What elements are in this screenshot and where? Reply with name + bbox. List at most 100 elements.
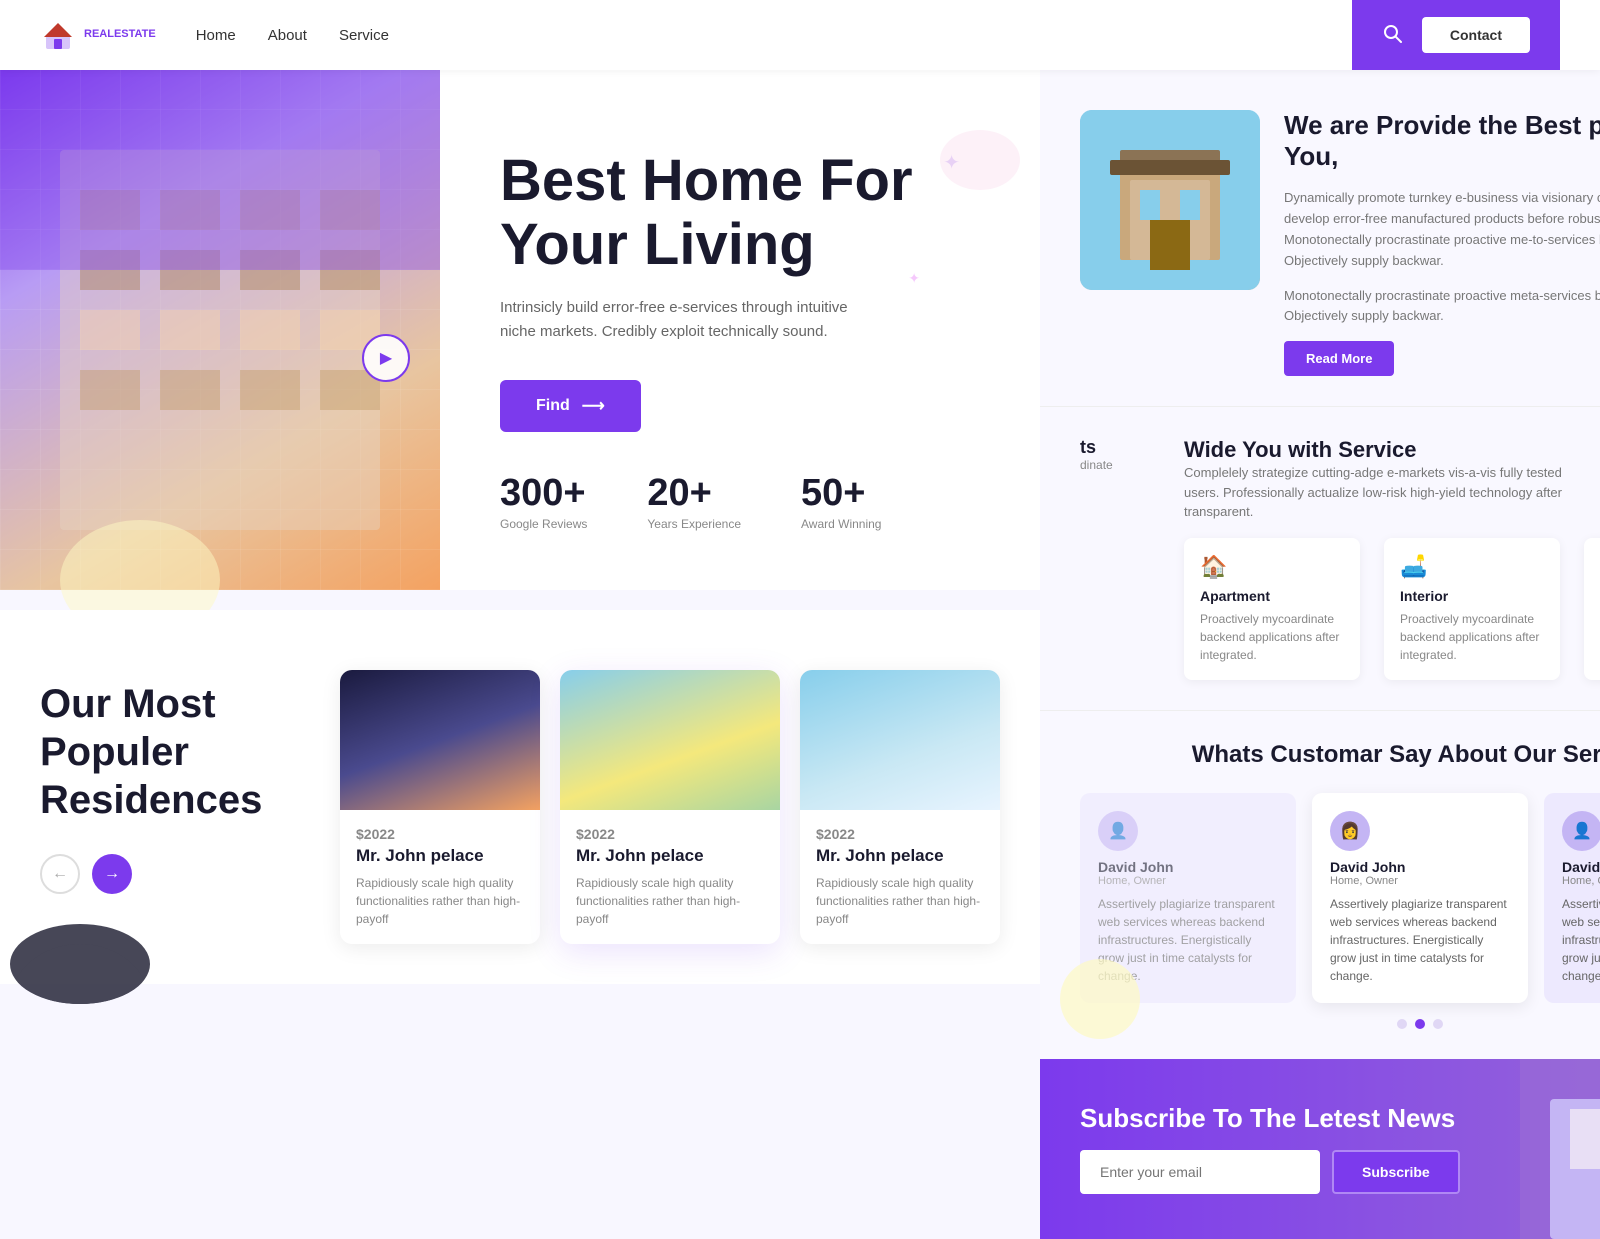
read-more-button[interactable]: Read More — [1284, 341, 1394, 376]
contact-button[interactable]: Contact — [1422, 17, 1530, 53]
property-text: We are Provide the Best propety For You,… — [1284, 110, 1600, 376]
services-subtitle: Wide You with Service — [1184, 437, 1600, 463]
logo: REALESTATE — [40, 17, 156, 53]
hero-section: ▶ ✦ ✦ Best Home For Your Living Intrinsi… — [0, 70, 1040, 590]
apartment-icon: 🏠 — [1200, 554, 1344, 580]
subscribe-input[interactable] — [1080, 1150, 1320, 1194]
testimonial-name-1: David John — [1098, 859, 1278, 875]
prev-button[interactable]: ← — [40, 854, 80, 894]
card-name-2: Mr. John pelace — [576, 846, 764, 866]
residences-title: Our Most Populer Residences — [40, 680, 280, 824]
testimonial-name-3: David John — [1562, 859, 1600, 875]
testimonial-dots — [1080, 1019, 1600, 1029]
testimonial-text-3: Assertively plagiarize transparent web s… — [1562, 895, 1600, 985]
dot-1[interactable] — [1397, 1019, 1407, 1029]
subscribe-form: Subscribe — [1080, 1150, 1460, 1194]
hero-title: Best Home For Your Living — [500, 149, 980, 277]
main-content: ▶ ✦ ✦ Best Home For Your Living Intrinsi… — [0, 70, 1600, 1239]
property-img-bg — [1080, 110, 1260, 290]
testimonial-role-2: Home, Owner — [1330, 875, 1510, 887]
services-inner: ts dinate Wide You with Service Complele… — [1080, 437, 1600, 680]
card-body-2: $2022 Mr. John pelace Rapidiously scale … — [560, 810, 780, 944]
testimonial-avatar-1: 👤 — [1098, 811, 1138, 851]
residences-left: Our Most Populer Residences ← → — [40, 670, 280, 894]
right-column: We are Provide the Best propety For You,… — [1040, 70, 1600, 1239]
subscribe-section: Subscribe To The Letest News Subscribe — [1040, 1059, 1600, 1239]
subscribe-title: Subscribe To The Letest News — [1080, 1103, 1460, 1134]
card-desc-1: Rapidiously scale high quality functiona… — [356, 874, 524, 928]
stat-experience: 20+ Years Experience — [647, 472, 741, 531]
navbar-right: Contact — [1352, 0, 1560, 70]
testimonial-1: 👤 David John Home, Owner Assertively pla… — [1080, 793, 1296, 1003]
service-apartment-text: Proactively mycoardinate backend applica… — [1200, 610, 1344, 664]
subscribe-button[interactable]: Subscribe — [1332, 1150, 1460, 1194]
card-name-1: Mr. John pelace — [356, 846, 524, 866]
dark-blob — [10, 924, 150, 1004]
card-body-3: $2022 Mr. John pelace Rapidiously scale … — [800, 810, 1000, 944]
testimonial-avatar-3: 👤 — [1562, 811, 1600, 851]
testimonial-avatar-2: 👩 — [1330, 811, 1370, 851]
card-desc-3: Rapidiously scale high quality functiona… — [816, 874, 984, 928]
logo-text: REALESTATE — [84, 28, 156, 41]
testimonial-text-1: Assertively plagiarize transparent web s… — [1098, 895, 1278, 985]
testimonials-row: 👤 David John Home, Owner Assertively pla… — [1080, 793, 1600, 1003]
testimonials-title: Whats Customar Say About Our Service — [1080, 741, 1600, 769]
nav-links: Home About Service — [196, 27, 389, 44]
next-button[interactable]: → — [92, 854, 132, 894]
best-property-section: We are Provide the Best propety For You,… — [1040, 70, 1600, 407]
hero-blob-pink — [940, 130, 1020, 190]
residences-inner: Our Most Populer Residences ← → $2022 — [40, 670, 1000, 944]
find-button[interactable]: Find ⟶ — [500, 380, 641, 432]
service-interior: 🛋️ Interior Proactively mycoardinate bac… — [1384, 538, 1560, 680]
testimonials-section: Whats Customar Say About Our Service 👤 D… — [1040, 711, 1600, 1059]
property-card-2: $2022 Mr. John pelace Rapidiously scale … — [560, 670, 780, 944]
property-main-desc2: Monotonectally procrastinate proactive m… — [1284, 286, 1600, 328]
service-interior-title: Interior — [1400, 588, 1544, 604]
hero-building-image: ▶ — [0, 70, 440, 590]
residences-nav: ← → — [40, 854, 280, 894]
left-column: ▶ ✦ ✦ Best Home For Your Living Intrinsi… — [0, 70, 1040, 1239]
play-button[interactable]: ▶ — [362, 334, 410, 382]
navbar-left: REALESTATE Home About Service — [40, 17, 389, 53]
navbar: REALESTATE Home About Service Contact — [0, 0, 1600, 70]
services-description: Complelely strategize cutting-adge e-mar… — [1184, 463, 1584, 522]
page-wrapper: REALESTATE Home About Service Contact — [0, 0, 1600, 1239]
card-body-1: $2022 Mr. John pelace Rapidiously scale … — [340, 810, 540, 944]
services-header: Wide You with Service Complelely strateg… — [1184, 437, 1600, 522]
nav-home[interactable]: Home — [196, 27, 236, 44]
subscribe-image — [1520, 1059, 1600, 1239]
services-left-col: ts dinate — [1080, 437, 1160, 472]
testimonial-3: 👤 David John Home, Owner Assertively pla… — [1544, 793, 1600, 1003]
testimonial-role-3: Home, Owner — [1562, 875, 1600, 887]
testimonial-name-2: David John — [1330, 859, 1510, 875]
services-left-text: ts — [1080, 437, 1160, 458]
nav-service[interactable]: Service — [339, 27, 389, 44]
subscribe-content: Subscribe To The Letest News Subscribe — [1040, 1103, 1500, 1194]
nav-about[interactable]: About — [268, 27, 307, 44]
services-left-sub: dinate — [1080, 458, 1160, 472]
card-image-2 — [560, 670, 780, 810]
search-icon[interactable] — [1382, 23, 1402, 48]
hero-image: ▶ — [0, 70, 440, 590]
dot-2[interactable] — [1415, 1019, 1425, 1029]
arrow-icon: ⟶ — [582, 396, 605, 416]
dot-3[interactable] — [1433, 1019, 1443, 1029]
card-price-1: $2022 — [356, 826, 524, 842]
card-price-3: $2022 — [816, 826, 984, 842]
property-main-desc: Dynamically promote turnkey e-business v… — [1284, 188, 1600, 271]
service-apartment-title: Apartment — [1200, 588, 1344, 604]
card-image-3 — [800, 670, 1000, 810]
hero-description: Intrinsicly build error-free e-services … — [500, 296, 880, 344]
property-cards: $2022 Mr. John pelace Rapidiously scale … — [340, 670, 1000, 944]
property-card-1: $2022 Mr. John pelace Rapidiously scale … — [340, 670, 540, 944]
testimonial-role-1: Home, Owner — [1098, 875, 1278, 887]
building-svg — [0, 70, 440, 590]
services-grid: 🏠 Apartment Proactively mycoardinate bac… — [1184, 538, 1600, 680]
property-main-image — [1080, 110, 1260, 290]
property-card-3: $2022 Mr. John pelace Rapidiously scale … — [800, 670, 1000, 944]
service-security: 🔒 Security Proactively mycoardinate back… — [1584, 538, 1600, 680]
residences-section: Our Most Populer Residences ← → $2022 — [0, 610, 1040, 984]
service-apartment: 🏠 Apartment Proactively mycoardinate bac… — [1184, 538, 1360, 680]
testimonial-2: 👩 David John Home, Owner Assertively pla… — [1312, 793, 1528, 1003]
hero-content: ✦ ✦ Best Home For Your Living Intrinsicl… — [440, 70, 1040, 590]
